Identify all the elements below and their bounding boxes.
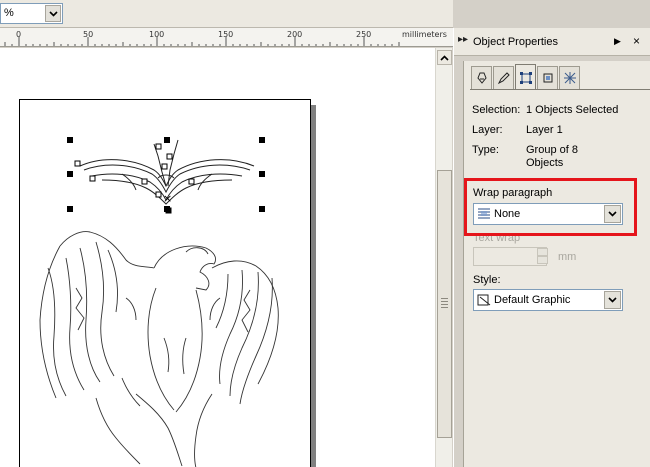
drawing-canvas[interactable]: × bbox=[0, 48, 435, 467]
style-value: Default Graphic bbox=[494, 294, 571, 306]
ruler-label: 200 bbox=[287, 30, 303, 39]
layer-label: Layer: bbox=[472, 124, 503, 136]
ruler-label: 150 bbox=[218, 30, 234, 39]
selection-label: Selection: bbox=[472, 104, 521, 116]
text-wrap-unit: mm bbox=[558, 251, 577, 263]
scroll-up-button[interactable] bbox=[437, 50, 452, 65]
layer-value: Layer 1 bbox=[526, 124, 563, 136]
docker-header: ▸▸ Object Properties ▶ × bbox=[454, 28, 650, 56]
docker-expand-icon[interactable]: ▸▸ bbox=[458, 34, 468, 45]
general-tab-body: Selection: 1 Objects Selected Layer: Lay… bbox=[470, 89, 650, 467]
chevron-down-icon bbox=[48, 10, 58, 17]
selection-value: 1 Objects Selected bbox=[526, 104, 619, 116]
object-general-icon bbox=[519, 71, 532, 84]
docker-content: Selection: 1 Objects Selected Layer: Lay… bbox=[463, 61, 650, 467]
text-wrap-input bbox=[473, 247, 547, 266]
zoom-value: % bbox=[4, 7, 14, 19]
style-select[interactable]: Default Graphic bbox=[473, 289, 623, 311]
scroll-thumb[interactable] bbox=[437, 170, 452, 438]
type-value-continued: Objects bbox=[526, 157, 564, 169]
ruler-label: 250 bbox=[356, 30, 372, 39]
tab-outline[interactable] bbox=[493, 66, 514, 89]
ruler-label: 50 bbox=[83, 30, 94, 39]
zoom-dropdown-button[interactable] bbox=[45, 5, 61, 22]
ruler-unit-label: millimeters bbox=[402, 30, 452, 39]
style-dropdown-button[interactable] bbox=[604, 291, 621, 309]
vertical-scrollbar[interactable] bbox=[435, 48, 452, 467]
text-wrap-spinner bbox=[537, 248, 548, 265]
docker-options-icon[interactable]: ▶ bbox=[614, 36, 621, 47]
fill-icon bbox=[476, 72, 487, 84]
docker-title: Object Properties bbox=[473, 36, 558, 48]
horizontal-ruler[interactable]: 0 50 100 150 200 250 millimeters bbox=[0, 28, 453, 47]
highlight-annotation bbox=[464, 178, 637, 236]
chevron-down-icon bbox=[608, 297, 617, 303]
tab-general[interactable] bbox=[515, 64, 536, 90]
object-properties-docker: ▸▸ Object Properties ▶ × Selection: 1 Ob… bbox=[453, 28, 650, 467]
ruler-label: 100 bbox=[149, 30, 165, 39]
tab-internet[interactable] bbox=[559, 66, 580, 89]
chevron-up-icon bbox=[440, 54, 449, 61]
eagle-line-art[interactable] bbox=[36, 228, 286, 467]
close-icon[interactable]: × bbox=[633, 34, 640, 48]
style-label: Style: bbox=[473, 274, 501, 286]
graphic-style-icon bbox=[477, 294, 491, 306]
pen-icon bbox=[497, 72, 510, 85]
property-bar: % bbox=[0, 0, 453, 28]
internet-icon bbox=[563, 72, 576, 84]
ruler-label: 0 bbox=[16, 30, 22, 39]
detail-icon bbox=[543, 73, 552, 83]
tab-detail[interactable] bbox=[537, 66, 558, 89]
scroll-grip bbox=[441, 298, 448, 310]
type-value: Group of 8 bbox=[526, 144, 578, 156]
zoom-combo[interactable]: % bbox=[0, 3, 63, 24]
type-label: Type: bbox=[472, 144, 499, 156]
tab-fill[interactable] bbox=[471, 66, 492, 89]
